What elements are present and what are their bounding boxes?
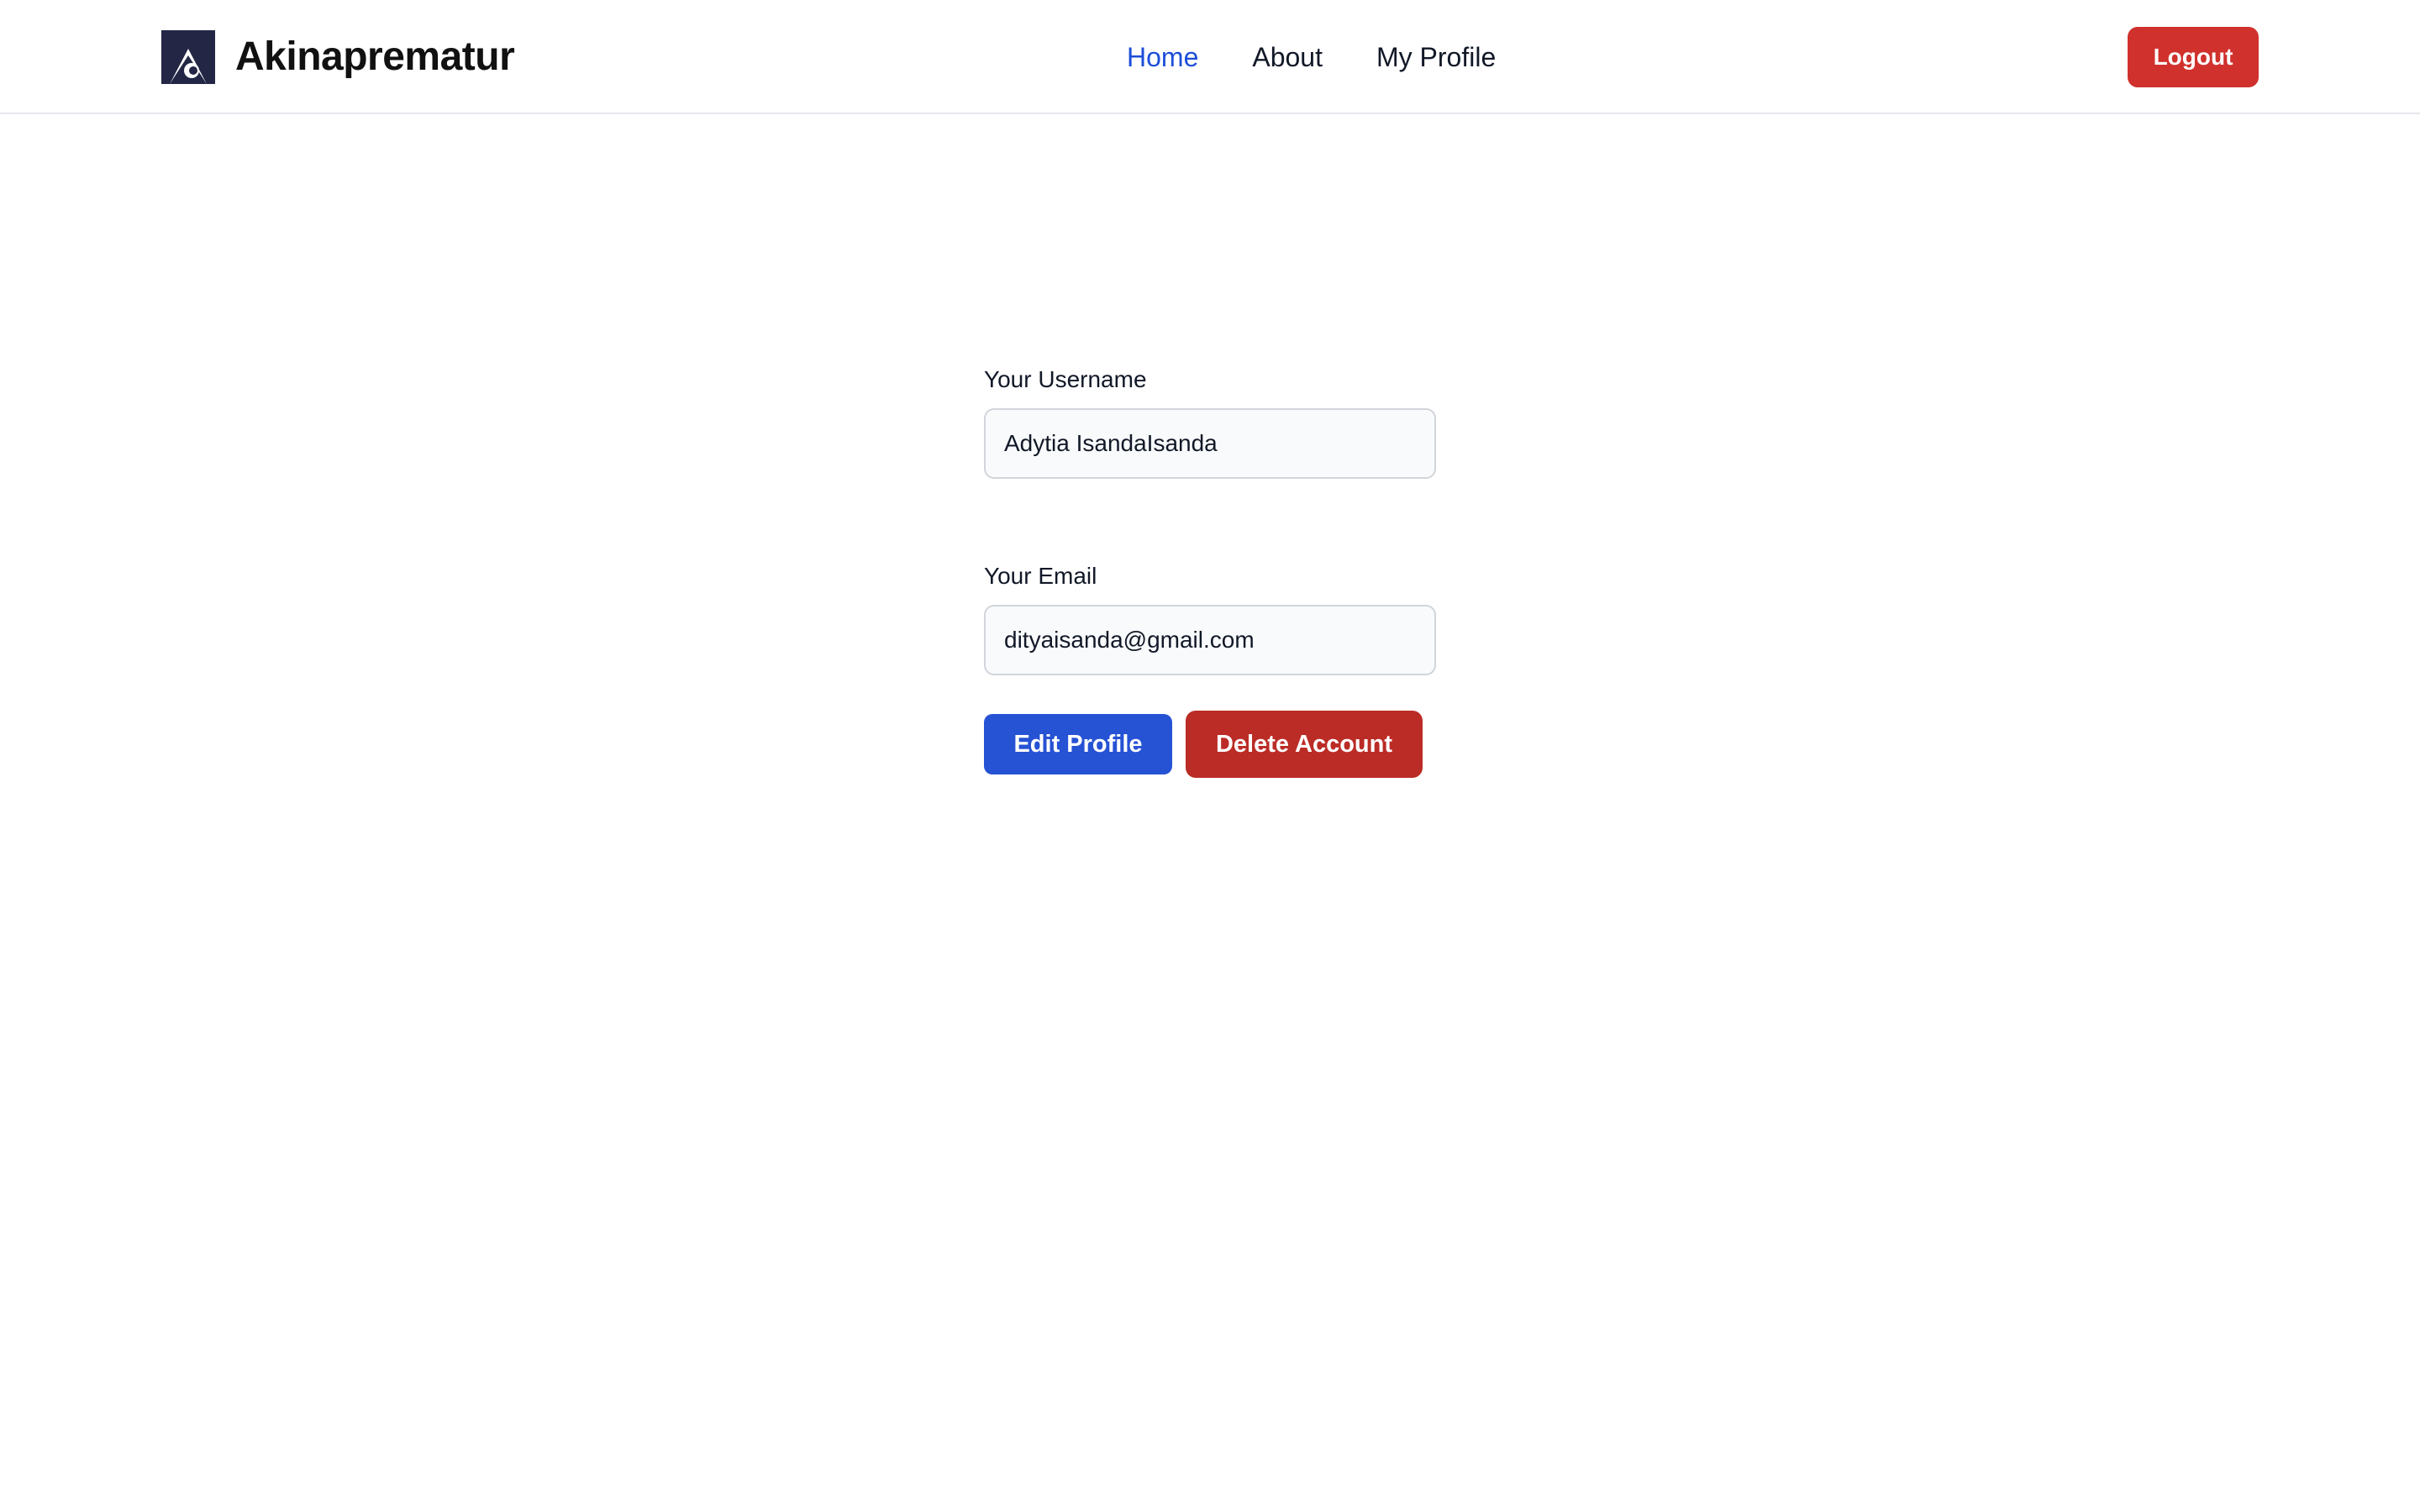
email-label: Your Email — [984, 563, 1097, 589]
delete-account-button[interactable]: Delete Account — [1186, 711, 1423, 778]
nav-home-link[interactable]: Home — [1127, 35, 1198, 79]
logout-button[interactable]: Logout — [2128, 27, 2259, 87]
profile-form: Your Username Your Email Edit Profile De… — [984, 363, 1436, 778]
username-label: Your Username — [984, 366, 1147, 392]
username-field-group: Your Username — [984, 363, 1436, 479]
brand-logo-icon — [161, 30, 215, 84]
edit-profile-button[interactable]: Edit Profile — [984, 714, 1172, 774]
username-input[interactable] — [984, 408, 1436, 479]
nav-my-profile-link[interactable]: My Profile — [1376, 35, 1496, 79]
brand-name: Akinaprematur — [235, 34, 515, 79]
profile-actions: Edit Profile Delete Account — [984, 711, 1436, 778]
email-input[interactable] — [984, 605, 1436, 675]
nav-about-link[interactable]: About — [1252, 35, 1323, 79]
email-field-group: Your Email — [984, 559, 1436, 675]
top-navbar: Akinaprematur Home About My Profile Logo… — [0, 0, 2420, 114]
brand-link[interactable]: Akinaprematur — [161, 30, 515, 84]
main-nav: Home About My Profile — [1127, 35, 1496, 79]
